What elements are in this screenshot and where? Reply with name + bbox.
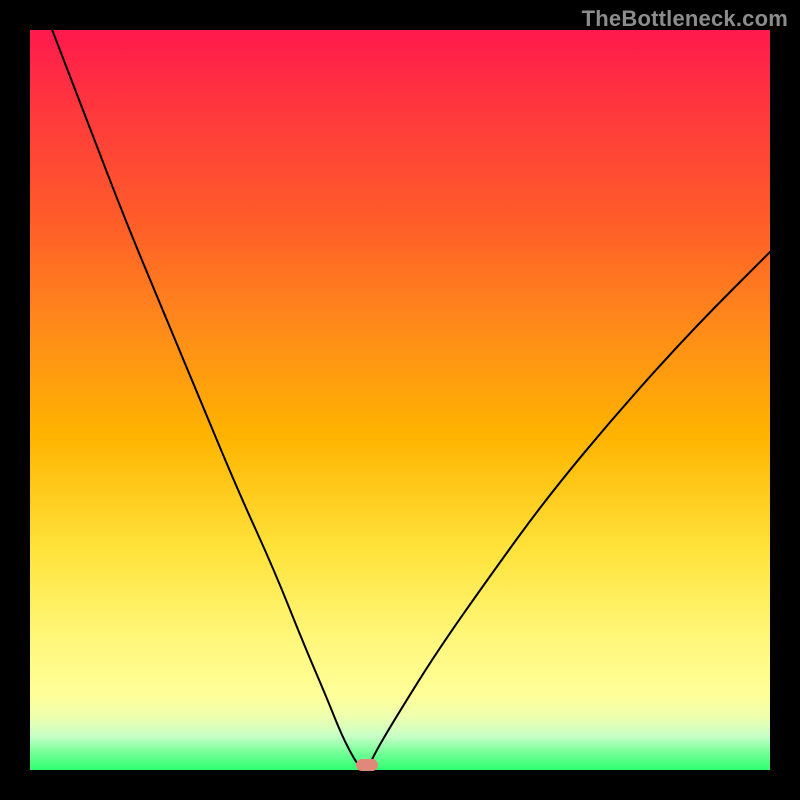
plot-area [30, 30, 770, 770]
bottleneck-curve-svg [30, 30, 770, 770]
watermark-text: TheBottleneck.com [582, 6, 788, 32]
optimal-point-marker [356, 759, 378, 771]
chart-container: TheBottleneck.com [0, 0, 800, 800]
bottleneck-curve [52, 30, 770, 768]
